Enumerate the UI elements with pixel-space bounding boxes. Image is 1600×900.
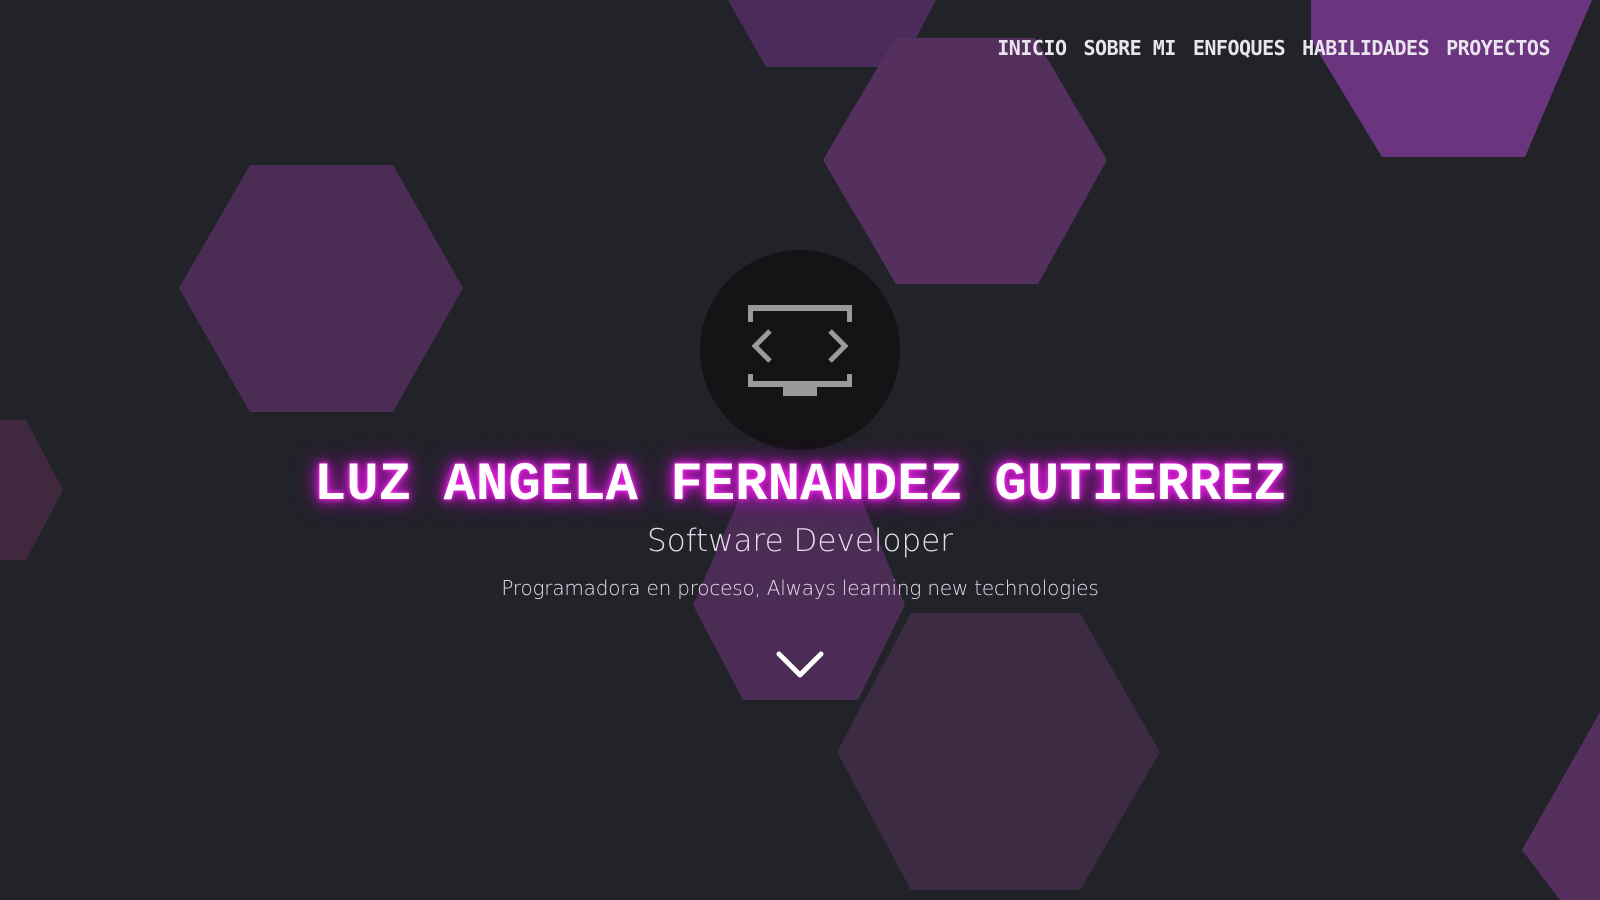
chevron-down-icon — [776, 651, 824, 678]
nav-item-enfoques[interactable]: ENFOQUES — [1193, 36, 1286, 60]
nav-item-sobre-mi[interactable]: SOBRE MI — [1084, 36, 1177, 60]
nav-item-inicio[interactable]: INICIO — [997, 36, 1067, 60]
nav-item-habilidades[interactable]: HABILIDADES — [1302, 36, 1429, 60]
main-nav: INICIO SOBRE MI ENFOQUES HABILIDADES PRO… — [997, 36, 1550, 60]
hero-name: LUZ ANGELA FERNANDEZ GUTIERREZ — [313, 455, 1287, 516]
hero-role: Software Developer — [647, 523, 953, 559]
hero-section: LUZ ANGELA FERNANDEZ GUTIERREZ Software … — [0, 0, 1600, 900]
nav-item-proyectos[interactable]: PROYECTOS — [1446, 36, 1550, 60]
code-monitor-icon — [748, 305, 852, 396]
logo — [700, 250, 900, 450]
portfolio-page: INICIO SOBRE MI ENFOQUES HABILIDADES PRO… — [0, 0, 1600, 900]
scroll-down-button[interactable] — [775, 646, 825, 682]
hero-tagline: Programadora en proceso, Always learning… — [501, 576, 1099, 600]
